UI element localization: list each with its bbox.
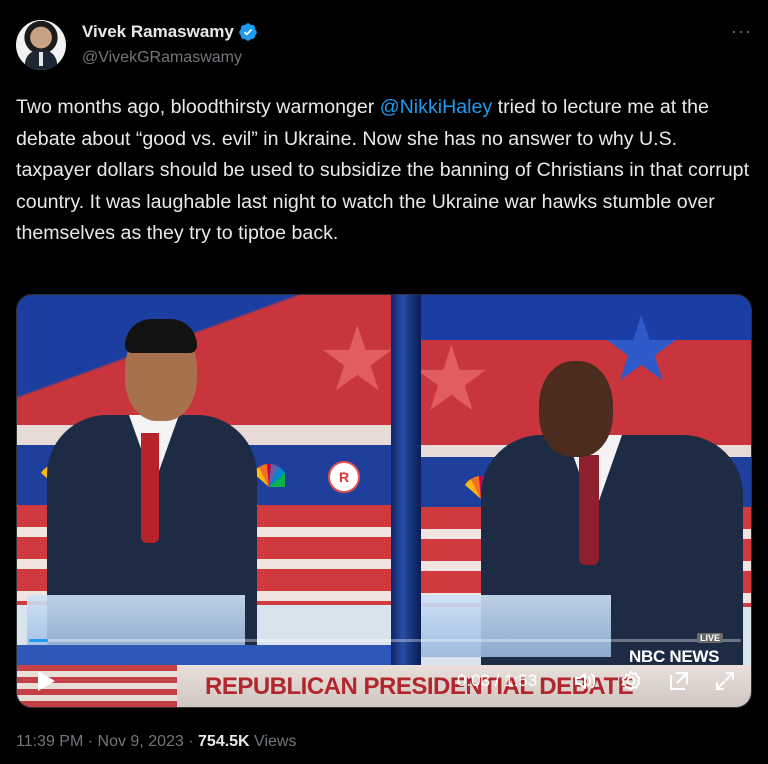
video-progress-bar[interactable] (29, 639, 741, 642)
tweet-time[interactable]: 11:39 PM (16, 733, 83, 750)
picture-in-picture-icon[interactable] (667, 669, 691, 693)
author-name[interactable]: Vivek Ramaswamy (82, 22, 234, 42)
fullscreen-icon[interactable] (713, 669, 737, 693)
play-icon[interactable] (35, 669, 57, 693)
tweet-footer: 11:39 PM · Nov 9, 2023 · 754.5K Views (16, 733, 296, 751)
volume-icon[interactable] (573, 669, 597, 693)
video-player[interactable]: ★ R ★ ★ (16, 294, 752, 708)
tweet-text-part: tried to lecture me at the debate about … (16, 96, 750, 244)
footer-separator: · (183, 733, 199, 750)
live-label: LIVE (697, 633, 724, 643)
views-count: 754.5K (198, 733, 250, 750)
split-divider (391, 295, 421, 707)
author-handle[interactable]: @VivekGRamaswamy (82, 49, 242, 67)
footer-separator: · (83, 733, 98, 750)
gop-logo: R (328, 461, 360, 493)
author-name-row[interactable]: Vivek Ramaswamy (82, 22, 258, 42)
settings-icon[interactable] (619, 669, 643, 693)
tweet-header: Vivek Ramaswamy @VivekGRamaswamy ··· (16, 16, 752, 76)
video-controls: 0:03 / 1:53 (17, 661, 751, 701)
tweet-date[interactable]: Nov 9, 2023 (98, 733, 184, 750)
tweet-text-part: Two months ago, bloodthirsty warmonger (16, 96, 380, 118)
video-time: 0:03 / 1:53 (457, 671, 538, 690)
more-options-icon[interactable]: ··· (731, 22, 752, 40)
verified-badge-icon (239, 23, 257, 41)
avatar[interactable] (16, 20, 66, 70)
lectern (421, 595, 611, 657)
tweet-text: Two months ago, bloodthirsty warmonger @… (16, 92, 752, 250)
mention-link[interactable]: @NikkiHaley (380, 96, 492, 118)
views-label: Views (249, 733, 297, 750)
video-frame-left: ★ R (17, 295, 391, 707)
video-progress-fill (29, 639, 49, 642)
